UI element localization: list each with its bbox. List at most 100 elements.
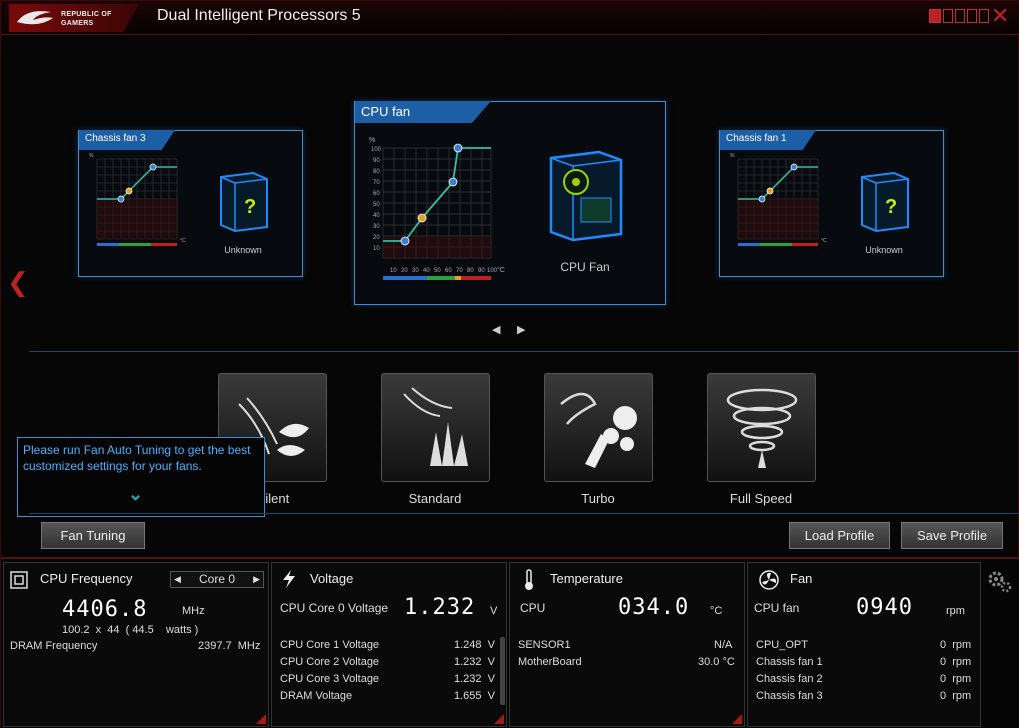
temperature-main-value: 034.0 (618, 595, 690, 620)
chart-x-unit: °C (497, 266, 505, 274)
svg-text:20: 20 (373, 235, 380, 241)
dram-frequency-label: DRAM Frequency (10, 640, 98, 652)
monitor-bar: CPU Frequency ◀ Core 0 ▶ 4406.8 MHz 100.… (1, 557, 1019, 728)
voltage-row-label: CPU Core 3 Voltage (280, 673, 380, 685)
fan-row-label: Chassis fan 1 (756, 656, 823, 668)
sidebar-expand-icon[interactable]: ❮ (7, 267, 29, 298)
fan-case-cpu-icon (549, 150, 623, 242)
fan-row-label: CPU_OPT (756, 639, 808, 651)
turbo-wind-icon (560, 392, 637, 468)
layout-icon-2[interactable] (955, 9, 965, 23)
panel-expand-icon[interactable] (732, 714, 742, 724)
svg-text:?: ? (885, 196, 897, 218)
fan-tuning-tooltip: Please run Fan Auto Tuning to get the be… (17, 437, 265, 517)
standard-grass-icon (403, 387, 468, 466)
core-select[interactable]: ◀ Core 0 ▶ (170, 571, 264, 588)
chevron-down-icon[interactable]: ⌄ (128, 485, 143, 503)
app-title: Dual Intelligent Processors 5 (157, 7, 361, 24)
close-icon[interactable]: ✕ (991, 5, 1009, 27)
rog-logo: REPUBLIC OF GAMERS (9, 4, 139, 32)
cpu-ratio-detail: 100.2 x 44 ( 44.5 watts ) (62, 624, 199, 636)
core-next-icon[interactable]: ▶ (253, 572, 260, 587)
svg-text:80: 80 (373, 169, 380, 175)
voltage-row-value: 1.655 V (454, 690, 495, 702)
fan-card-chassis-3[interactable]: Chassis fan 3 % °C ? Unknown (78, 130, 303, 277)
svg-text:20: 20 (401, 268, 408, 274)
svg-text:50: 50 (373, 202, 380, 208)
layout-icon-4[interactable] (979, 9, 989, 23)
temperature-row-label: MotherBoard (518, 656, 582, 668)
fan-case-label: Unknown (224, 245, 262, 255)
voltage-row-label: CPU Core 1 Voltage (280, 639, 380, 651)
app-window: REPUBLIC OF GAMERS Dual Intelligent Proce… (0, 0, 1019, 728)
cpu-frequency-panel: CPU Frequency ◀ Core 0 ▶ 4406.8 MHz 100.… (3, 562, 269, 727)
temperature-title: Temperature (550, 571, 623, 586)
fan-main-value: 0940 (856, 595, 913, 620)
fan-main-unit: rpm (946, 605, 965, 617)
tooltip-text: Please run Fan Auto Tuning to get the be… (23, 443, 251, 473)
cpu-frequency-title: CPU Frequency (40, 571, 133, 586)
fan-row-value: 0 rpm (940, 639, 972, 651)
mode-standard-button[interactable] (381, 373, 490, 482)
carousel-next-icon[interactable]: ▶ (517, 323, 525, 336)
carousel-prev-icon[interactable]: ◀ (492, 323, 500, 336)
fan-row-label: Chassis fan 2 (756, 673, 823, 685)
temperature-panel: Temperature CPU 034.0 °C SENSOR1 N/A Mot… (509, 562, 745, 727)
fan-case-unknown-icon: ? (220, 171, 268, 233)
chart-x-unit: °C (821, 238, 827, 244)
title-bar: REPUBLIC OF GAMERS Dual Intelligent Proce… (1, 1, 1019, 35)
svg-text:70: 70 (373, 180, 380, 186)
mode-full-speed-button[interactable] (707, 373, 816, 482)
temperature-row-value: 30.0 °C (698, 656, 735, 668)
fan-card-cpu[interactable]: CPU fan 100 90 80 70 60 50 40 30 20 10 10 20 30 40 50… (354, 101, 666, 305)
save-profile-button[interactable]: Save Profile (901, 522, 1003, 549)
temperature-main-label: CPU (520, 601, 546, 615)
voltage-scrollbar[interactable] (500, 637, 505, 705)
temperature-row-value: N/A (714, 639, 733, 651)
layout-icon-1[interactable] (943, 9, 953, 23)
fan-case-unknown-icon: ? (861, 171, 909, 233)
svg-text:10: 10 (373, 246, 380, 252)
fan-row-label: Chassis fan 3 (756, 690, 823, 702)
voltage-row-value: 1.232 V (454, 673, 495, 685)
voltage-main-label: CPU Core 0 Voltage (280, 601, 389, 615)
fan-panel: Fan CPU fan 0940 rpm CPU_OPT 0 rpm Chass… (747, 562, 981, 727)
voltage-row-value: 1.232 V (454, 656, 495, 668)
section-divider (29, 513, 1019, 514)
gear-icon[interactable] (986, 569, 1014, 595)
fan-curve-chart-chassis-1[interactable]: % °C (724, 147, 834, 282)
core-prev-icon[interactable]: ◀ (174, 572, 181, 587)
svg-text:30: 30 (373, 224, 380, 230)
fan-icon (759, 570, 779, 590)
load-profile-button[interactable]: Load Profile (789, 522, 890, 549)
mode-label-turbo: Turbo (581, 491, 615, 506)
window-layout-buttons[interactable] (929, 9, 989, 23)
lightning-icon (283, 570, 295, 588)
fan-curve-chart-chassis-3[interactable]: % °C (83, 147, 193, 282)
layout-icon-3[interactable] (967, 9, 977, 23)
fan-row-value: 0 rpm (940, 656, 972, 668)
mode-turbo-button[interactable] (544, 373, 653, 482)
svg-text:70: 70 (456, 268, 463, 274)
fan-card-header: CPU fan (355, 101, 491, 123)
logo-line2: GAMERS (61, 20, 94, 27)
rog-eye-icon (17, 11, 53, 25)
fan-main-label: CPU fan (754, 601, 800, 615)
fan-case-label: CPU Fan (560, 260, 610, 274)
logo-line1: REPUBLIC OF (61, 11, 112, 18)
svg-text:80: 80 (467, 268, 474, 274)
panel-expand-icon[interactable] (494, 714, 504, 724)
voltage-main-unit: V (490, 605, 498, 617)
svg-text:40: 40 (373, 213, 380, 219)
panel-expand-icon[interactable] (256, 714, 266, 724)
rog-menu-icon[interactable] (929, 9, 941, 23)
chart-y-unit: % (89, 153, 94, 159)
fan-card-chassis-1[interactable]: Chassis fan 1 % °C ? Unknown (719, 130, 944, 277)
section-divider (29, 351, 1019, 352)
voltage-row-value: 1.248 V (454, 639, 495, 651)
cpu-chip-icon (10, 571, 28, 589)
fan-tuning-button[interactable]: Fan Tuning (41, 522, 145, 549)
fan-curve-chart-cpu[interactable]: 100 90 80 70 60 50 40 30 20 10 10 20 30 40 50 60 70 80 90… (363, 130, 513, 310)
voltage-panel: Voltage CPU Core 0 Voltage 1.232 V CPU C… (271, 562, 507, 727)
temperature-main-unit: °C (710, 605, 723, 617)
